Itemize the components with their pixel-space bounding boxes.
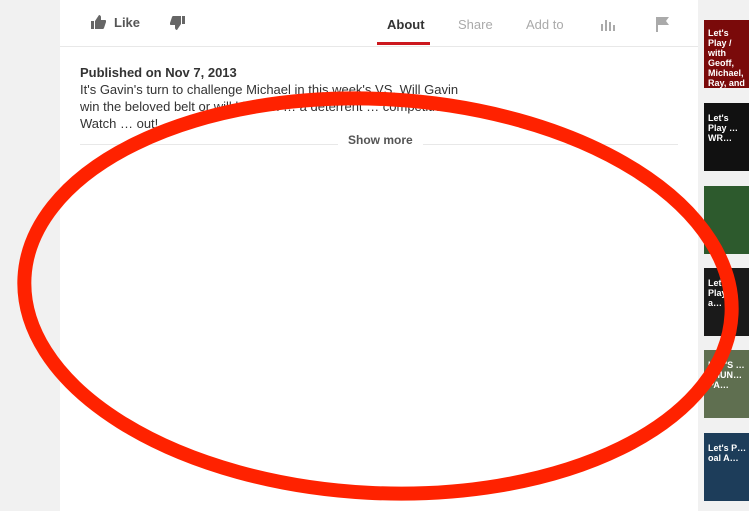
red-annotation-ellipse xyxy=(17,91,739,501)
